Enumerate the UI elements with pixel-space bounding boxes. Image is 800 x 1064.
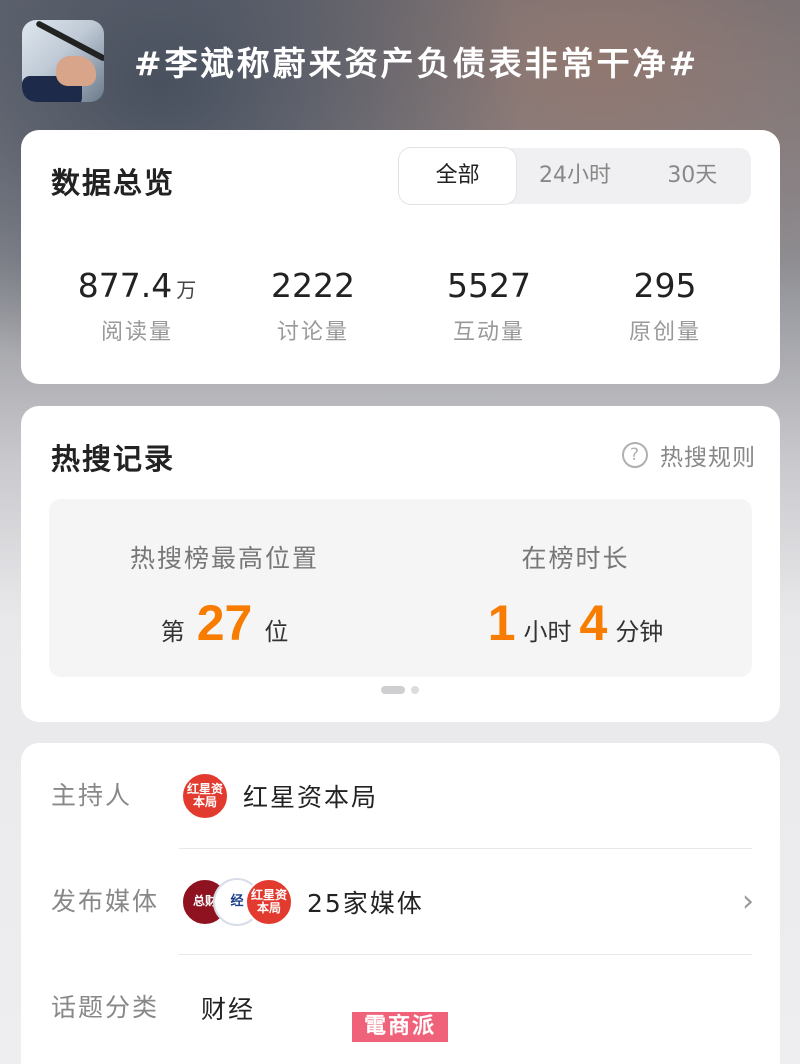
- pager-dots: [381, 686, 419, 694]
- tab-24h[interactable]: 24小时: [516, 148, 633, 204]
- host-value: 红星资本局 红星资本局: [181, 743, 378, 848]
- host-label: 主持人: [51, 781, 133, 810]
- duration-block: 在榜时长 1 小时 4 分钟: [400, 539, 751, 653]
- category-row: 话题分类 财经: [21, 955, 780, 1060]
- overview-title: 数据总览: [51, 166, 176, 200]
- position-prefix: 第: [160, 618, 185, 646]
- hot-search-card: 热搜记录 ? 热搜规则 热搜榜最高位置 第 27 位 在榜时长 1 小时 4 分钟: [21, 406, 780, 722]
- duration-hours: 1: [487, 595, 516, 651]
- rules-label: 热搜规则: [660, 445, 756, 471]
- stat-label: 讨论量: [276, 320, 349, 345]
- hot-search-rules-link[interactable]: ? 热搜规则: [622, 438, 756, 472]
- position-suffix: 位: [264, 618, 289, 646]
- stat-value: 2222: [271, 266, 355, 305]
- stat-value: 877.4 万: [49, 266, 225, 306]
- topic-header: #李斌称蔚来资产负债表非常干净#: [22, 20, 782, 102]
- avatar: 红星资本局: [245, 877, 293, 926]
- question-circle-icon: ?: [622, 442, 648, 468]
- stat-originals: 295 原创量: [577, 266, 753, 346]
- chevron-right-icon[interactable]: ›: [742, 849, 754, 954]
- media-row[interactable]: 发布媒体 总财 经 红星资本局 25家媒体 ›: [21, 849, 780, 954]
- stat-value: 5527: [447, 266, 531, 305]
- overview-card: 数据总览 全部 24小时 30天 877.4 万 阅读量 2222 讨论量 552…: [21, 130, 780, 384]
- stat-unit: 万: [176, 278, 197, 302]
- duration-minutes: 4: [579, 595, 608, 651]
- stat-reads: 877.4 万 阅读量: [49, 266, 225, 346]
- host-row[interactable]: 主持人 红星资本局 红星资本局: [21, 743, 780, 848]
- duration-value: 1 小时 4 分钟: [400, 593, 751, 653]
- stat-discussions: 2222 讨论量: [225, 266, 401, 346]
- media-count: 25家媒体: [307, 888, 424, 918]
- category-value: 财经: [201, 955, 255, 1060]
- stats-row: 877.4 万 阅读量 2222 讨论量 5527 互动量 295 原创量: [21, 266, 780, 346]
- host-name[interactable]: 红星资本局: [243, 778, 378, 814]
- watermark-logo: 電商派: [352, 1012, 448, 1042]
- pager-dot: [411, 686, 419, 694]
- stat-value: 295: [633, 266, 697, 305]
- time-range-tabs: 全部 24小时 30天: [399, 148, 751, 204]
- stat-interactions: 5527 互动量: [401, 266, 577, 346]
- topic-title: #李斌称蔚来资产负债表非常干净#: [134, 44, 700, 83]
- media-avatars: 总财 经 红星资本局: [181, 877, 293, 926]
- stat-number: 877.4: [77, 266, 173, 305]
- host-avatar: 红星资本局: [181, 771, 229, 820]
- stat-label: 原创量: [628, 320, 701, 345]
- media-value: 总财 经 红星资本局 25家媒体: [181, 849, 424, 954]
- hot-search-title: 热搜记录: [51, 442, 176, 476]
- hot-search-summary[interactable]: 热搜榜最高位置 第 27 位 在榜时长 1 小时 4 分钟: [49, 499, 752, 677]
- duration-label: 在榜时长: [521, 544, 630, 573]
- tab-all[interactable]: 全部: [399, 148, 517, 204]
- category-text: 财经: [201, 994, 256, 1024]
- category-label: 话题分类: [51, 993, 160, 1022]
- stat-label: 互动量: [452, 320, 525, 345]
- minutes-unit: 分钟: [615, 618, 664, 646]
- pager-dot-active: [381, 686, 405, 694]
- max-position-value: 第 27 位: [49, 593, 400, 653]
- media-label: 发布媒体: [51, 887, 160, 916]
- tab-30d[interactable]: 30天: [634, 148, 751, 204]
- max-position-block: 热搜榜最高位置 第 27 位: [49, 539, 400, 653]
- hours-unit: 小时: [523, 618, 572, 646]
- max-position-label: 热搜榜最高位置: [129, 544, 319, 573]
- host-avatars: 红星资本局: [181, 771, 229, 820]
- position-number: 27: [196, 595, 253, 651]
- stat-label: 阅读量: [100, 320, 173, 345]
- topic-thumbnail: [22, 20, 104, 102]
- thumbnail-hand: [56, 56, 96, 86]
